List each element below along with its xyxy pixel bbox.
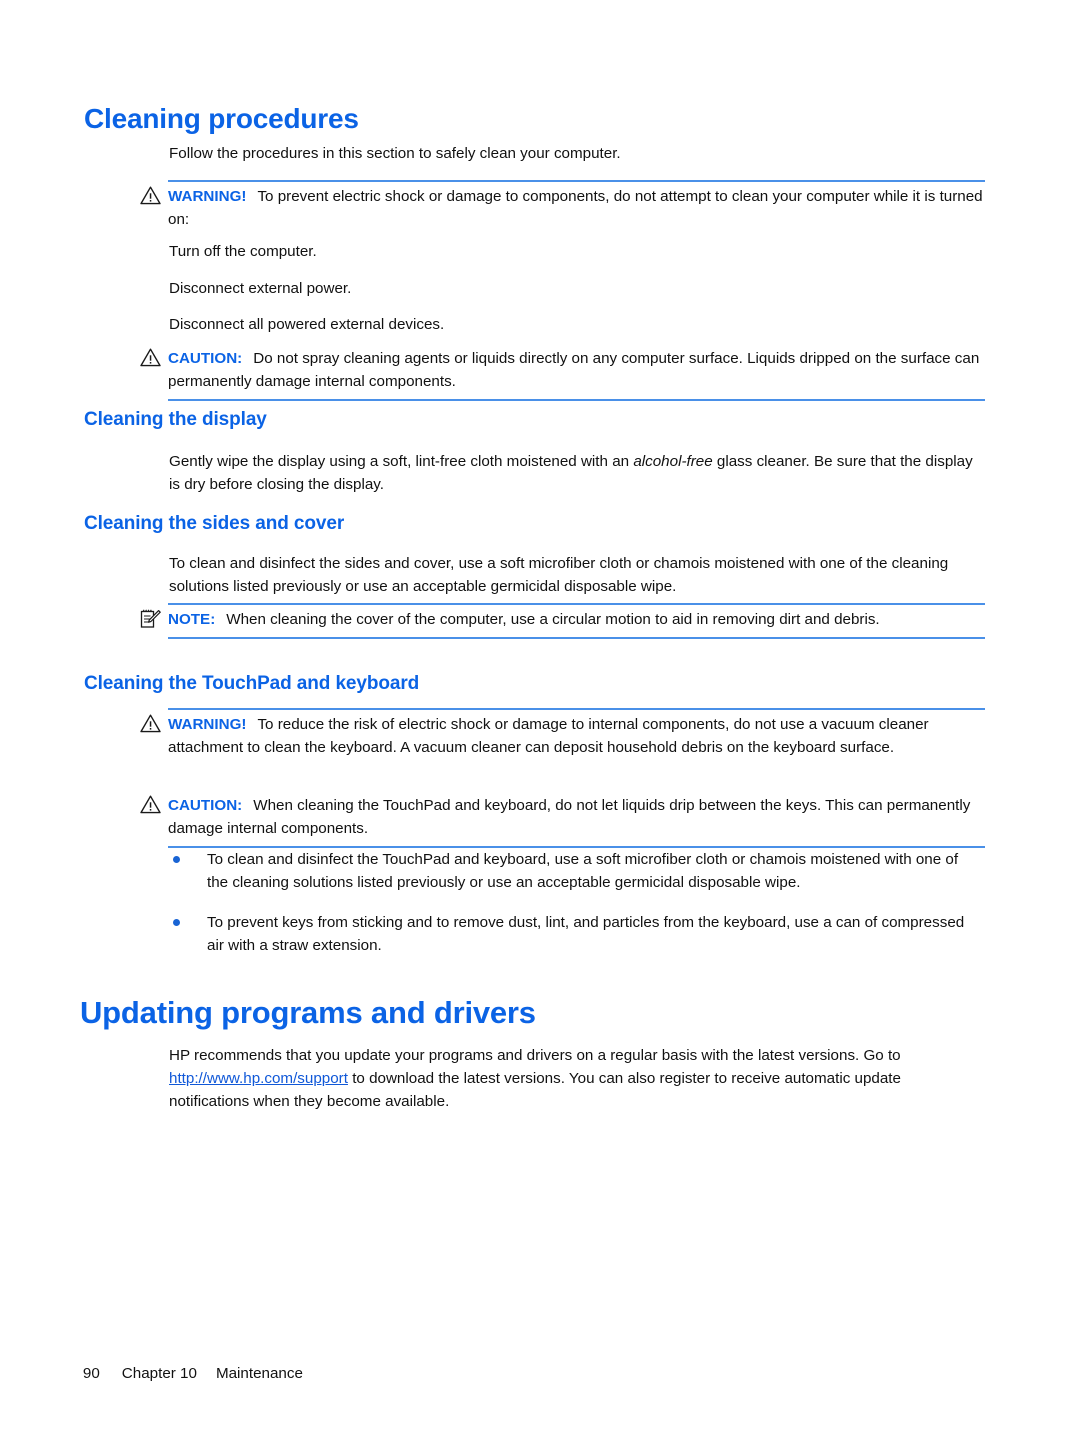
admonition-rule-bottom [168, 637, 985, 639]
note-block-1: NOTE: When cleaning the cover of the comp… [140, 603, 985, 639]
caution-label-1: CAUTION: [168, 350, 243, 367]
document-page: Cleaning procedures Follow the procedure… [0, 0, 1080, 1437]
warning-label-2: WARNING! [168, 716, 247, 733]
section-heading-cleaning-touchpad: Cleaning the TouchPad and keyboard [84, 673, 420, 694]
caution-text-2: When cleaning the TouchPad and keyboard,… [168, 797, 971, 837]
page-title-cleaning-procedures: Cleaning procedures [84, 103, 359, 134]
footer-chapter-title: Maintenance [215, 1365, 303, 1382]
footer-page-number: 90 [82, 1365, 100, 1382]
caution-text-1: Do not spray cleaning agents or liquids … [168, 350, 980, 390]
bullet-dot-icon [173, 919, 180, 926]
warning-triangle-icon [140, 795, 161, 814]
cleaning-display-text-italic: alcohol-free [633, 453, 713, 470]
note-text-1: When cleaning the cover of the computer,… [226, 611, 880, 628]
warning-text-1: To prevent electric shock or damage to c… [168, 188, 983, 228]
section-heading-cleaning-sides: Cleaning the sides and cover [84, 513, 345, 534]
section-heading-cleaning-display: Cleaning the display [84, 409, 267, 430]
updating-paragraph: HP recommends that you update your progr… [169, 1044, 983, 1113]
bullet-dot-icon [173, 856, 180, 863]
warning-label-1: WARNING! [168, 188, 247, 205]
cleaning-sides-paragraph: To clean and disinfect the sides and cov… [169, 555, 949, 595]
list-item: To prevent keys from sticking and to rem… [169, 911, 979, 957]
cleaning-display-text-pre: Gently wipe the display using a soft, li… [169, 453, 634, 470]
warning-block-2: WARNING! To reduce the risk of electric s… [140, 708, 985, 761]
warning-block-1: WARNING! To prevent electric shock or dam… [140, 180, 985, 233]
cleaning-display-paragraph: Gently wipe the display using a soft, li… [169, 450, 983, 496]
warning-step-3: Disconnect all powered external devices. [169, 316, 445, 333]
bullet-list: To clean and disinfect the TouchPad and … [169, 848, 979, 957]
warning-triangle-icon [140, 714, 161, 733]
list-item: To clean and disinfect the TouchPad and … [169, 848, 979, 894]
page-footer: 90 Chapter 10 Maintenance [66, 1348, 303, 1399]
updating-text-pre: HP recommends that you update your progr… [169, 1047, 901, 1064]
warning-text-2: To reduce the risk of electric shock or … [168, 716, 929, 756]
list-item-text: To clean and disinfect the TouchPad and … [207, 851, 959, 891]
note-label-1: NOTE: [168, 611, 216, 628]
caution-block-2: CAUTION: When cleaning the TouchPad and k… [140, 791, 985, 848]
list-item-text: To prevent keys from sticking and to rem… [207, 914, 965, 954]
warning-step-2: Disconnect external power. [169, 280, 352, 297]
note-pad-pencil-icon [140, 609, 161, 628]
warning-triangle-icon [140, 348, 161, 367]
warning-step-1: Turn off the computer. [169, 243, 317, 260]
warning-triangle-icon [140, 186, 161, 205]
page-title-updating-programs: Updating programs and drivers [80, 995, 536, 1030]
footer-chapter: Chapter 10 [121, 1365, 197, 1382]
caution-block-1: CAUTION: Do not spray cleaning agents or … [140, 344, 985, 401]
admonition-rule-bottom [168, 399, 985, 401]
caution-label-2: CAUTION: [168, 797, 243, 814]
hp-support-link[interactable]: http://www.hp.com/support [169, 1070, 348, 1087]
intro-paragraph: Follow the procedures in this section to… [169, 145, 621, 162]
